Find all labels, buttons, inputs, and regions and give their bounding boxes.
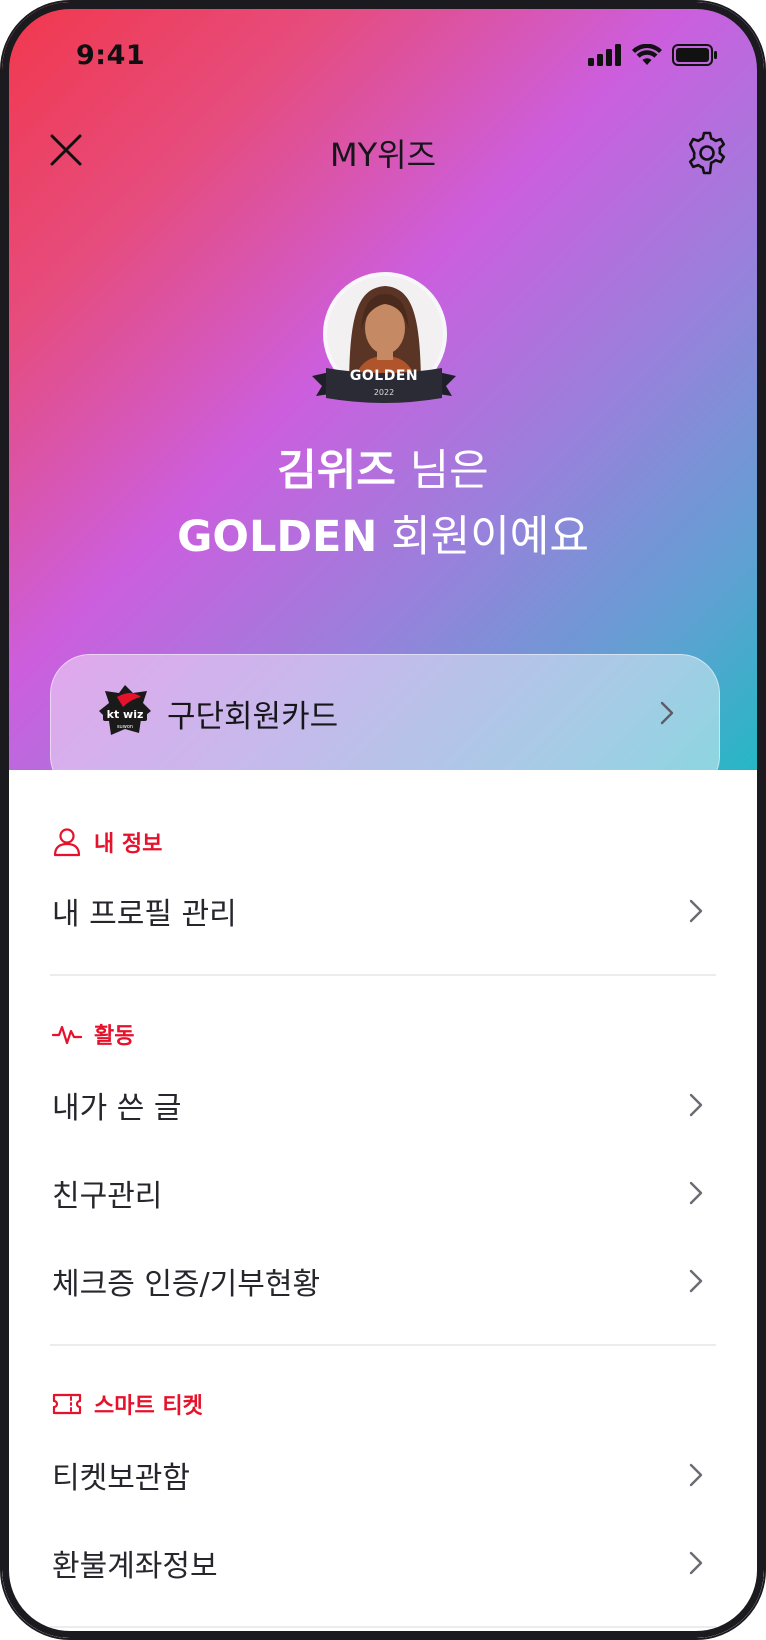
chevron-right-icon <box>689 1181 703 1205</box>
menu-item-label: 내 프로필 관리 <box>52 897 237 932</box>
menu-item-label: 친구관리 <box>52 1179 163 1214</box>
status-time: 9:41 <box>76 40 146 71</box>
menu-item-friends[interactable]: 친구관리 <box>52 1158 714 1228</box>
menu-item-label: 환불계좌정보 <box>52 1549 218 1584</box>
menu-item-profile-manage[interactable]: 내 프로필 관리 <box>52 876 714 946</box>
chevron-right-icon <box>660 701 674 725</box>
section-title-ticket: 스마트 티켓 <box>94 1394 203 1419</box>
person-icon <box>53 828 81 857</box>
greeting-line-1: 김위즈 님은 <box>2 436 764 498</box>
badge-year: 2022 <box>373 388 395 397</box>
section-title-info: 내 정보 <box>94 832 163 857</box>
member-grade: GOLDEN <box>177 512 378 562</box>
menu-sheet: 내 정보 내 프로필 관리 활동 내가 쓴 글 친구관리 체크증 인증/기부현황 <box>2 770 764 1638</box>
section-header-activity: 활동 <box>52 1018 134 1050</box>
divider <box>50 1626 716 1628</box>
chevron-right-icon <box>689 1463 703 1487</box>
menu-item-refund-account[interactable]: 환불계좌정보 <box>52 1528 714 1598</box>
gear-icon <box>688 131 726 175</box>
menu-item-my-posts[interactable]: 내가 쓴 글 <box>52 1070 714 1140</box>
divider <box>50 974 716 976</box>
member-card-label: 구단회원카드 <box>167 699 339 735</box>
divider <box>50 1344 716 1346</box>
svg-text:kt wiz: kt wiz <box>107 708 144 721</box>
profile-avatar-badge: GOLDEN 2022 <box>312 272 456 412</box>
settings-button[interactable] <box>684 130 730 176</box>
menu-item-label: 체크증 인증/기부현황 <box>52 1267 321 1302</box>
svg-text:suwon: suwon <box>117 724 133 730</box>
chevron-right-icon <box>689 1269 703 1293</box>
cellular-signal-icon <box>588 44 621 66</box>
battery-icon <box>672 44 717 66</box>
kt-wiz-logo-icon: kt wiz suwon <box>99 685 151 735</box>
profile-hero: 9:41 MY위즈 GOLDEN 2022 김위즈 님은 GOLDEN 회원이예… <box>2 2 764 796</box>
user-name: 김위즈 <box>277 446 396 496</box>
section-title-activity: 활동 <box>94 1024 135 1049</box>
member-grade-suffix: 회원이예요 <box>391 512 589 562</box>
page-title: MY위즈 <box>329 136 437 174</box>
ticket-icon <box>52 1393 82 1415</box>
badge-grade: GOLDEN <box>349 368 419 384</box>
user-name-suffix: 님은 <box>409 446 489 496</box>
activity-pulse-icon <box>52 1025 82 1045</box>
wifi-icon <box>632 44 662 65</box>
phone-frame: 9:41 MY위즈 GOLDEN 2022 김위즈 님은 GOLDEN 회원이예… <box>0 0 766 1640</box>
menu-item-label: 티켓보관함 <box>52 1461 190 1496</box>
menu-item-label: 내가 쓴 글 <box>52 1091 182 1126</box>
chevron-right-icon <box>689 899 703 923</box>
section-header-info: 내 정보 <box>52 826 162 858</box>
chevron-right-icon <box>689 1551 703 1575</box>
section-header-ticket: 스마트 티켓 <box>52 1388 203 1420</box>
status-icons <box>588 44 718 66</box>
menu-item-ticket-box[interactable]: 티켓보관함 <box>52 1440 714 1510</box>
menu-item-checkin-donation[interactable]: 체크증 인증/기부현황 <box>52 1246 714 1316</box>
greeting-line-2: GOLDEN 회원이예요 <box>2 502 764 564</box>
chevron-right-icon <box>689 1093 703 1117</box>
